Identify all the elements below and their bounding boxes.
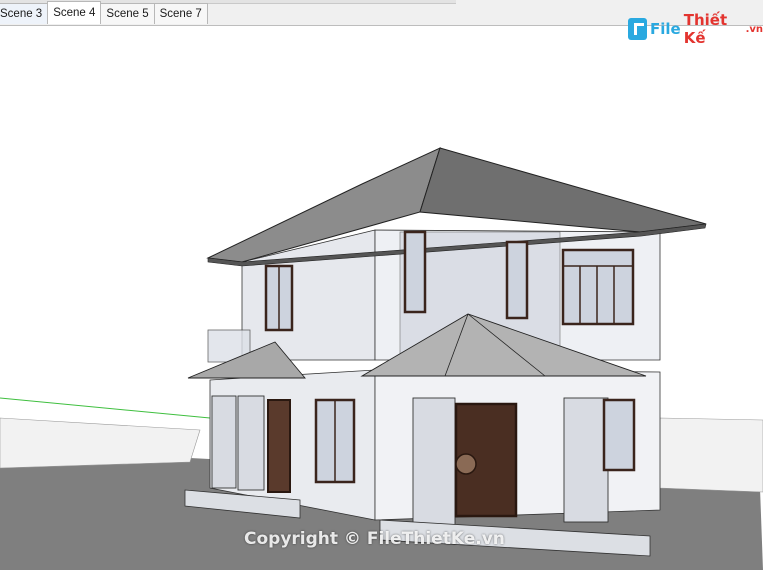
column-left-2 bbox=[237, 395, 265, 491]
window-upper-right bbox=[561, 248, 635, 326]
model-viewport[interactable] bbox=[0, 26, 763, 570]
tab-scene-3[interactable]: Scene 3 bbox=[0, 3, 49, 24]
column-center-left bbox=[412, 397, 456, 531]
scene-tabs: Scene 3 Scene 4 Scene 5 Scene 7 bbox=[0, 1, 208, 25]
logo-text-file: File bbox=[650, 20, 681, 38]
column-left-1 bbox=[211, 395, 237, 489]
tab-scene-7[interactable]: Scene 7 bbox=[153, 3, 208, 24]
green-axis-line bbox=[0, 397, 211, 419]
tab-scene-4[interactable]: Scene 4 bbox=[47, 1, 102, 24]
logo-text-thietke: Thiết Kế bbox=[683, 11, 728, 47]
window-upper-center-right bbox=[505, 240, 529, 320]
window-upper-center-left bbox=[403, 230, 427, 314]
window-lower-right bbox=[602, 398, 636, 472]
door-medallion bbox=[455, 453, 477, 475]
logo-text-domain: .vn bbox=[745, 23, 763, 35]
house-model-render bbox=[0, 147, 763, 570]
ground-sheet-left bbox=[0, 417, 201, 469]
filethietke-logo: File Thiết Kế .vn bbox=[628, 11, 763, 47]
tab-scene-5[interactable]: Scene 5 bbox=[100, 3, 155, 24]
door-left bbox=[267, 399, 291, 493]
ground-sheet-right bbox=[659, 417, 763, 493]
roof-right-slope bbox=[419, 147, 707, 233]
file-logo-icon bbox=[628, 18, 648, 40]
column-center-right bbox=[563, 397, 609, 523]
copyright-watermark: Copyright © FileThietKe.vn bbox=[244, 529, 505, 549]
